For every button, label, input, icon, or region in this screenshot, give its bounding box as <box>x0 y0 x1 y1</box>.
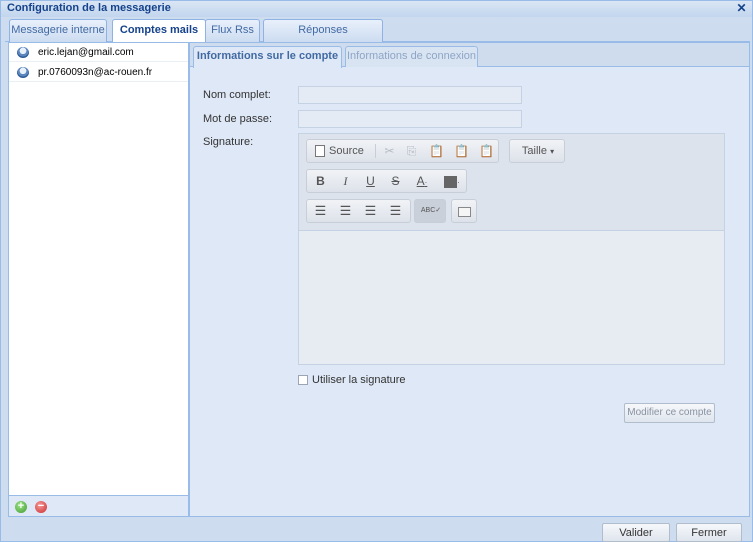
use-signature-checkbox[interactable] <box>298 375 308 385</box>
add-icon[interactable]: + <box>15 501 27 513</box>
insert-image-icon[interactable] <box>452 200 477 222</box>
tab-messagerie-interne[interactable]: Messagerie interne <box>9 19 107 42</box>
size-label: Taille <box>521 145 547 157</box>
tab-flux-rss[interactable]: Flux Rss <box>205 19 260 42</box>
tab-connection-info[interactable]: Informations de connexion <box>345 46 478 67</box>
strike-button[interactable]: S <box>383 170 408 192</box>
bold-button[interactable]: B <box>308 170 333 192</box>
account-subtabs: Informations sur le compte Informations … <box>190 43 749 68</box>
background-color-button[interactable]: · <box>438 170 466 192</box>
text-color-label: A <box>416 174 425 188</box>
toolbar-separator <box>375 144 376 158</box>
full-name-field[interactable] <box>298 86 522 104</box>
account-item[interactable]: eric.lejan@gmail.com <box>9 43 188 62</box>
tab-reponses-automatiques[interactable]: Réponses Automatiques <box>263 19 383 56</box>
modify-account-button[interactable]: Modifier ce compte <box>624 403 715 423</box>
full-name-label: Nom complet: <box>203 89 271 101</box>
password-field[interactable] <box>298 110 522 128</box>
close-button[interactable]: Fermer <box>676 523 742 542</box>
accounts-list-panel: eric.lejan@gmail.com pr.0760093n@ac-roue… <box>8 42 189 517</box>
spellcheck-group: ABC✓ <box>414 199 446 223</box>
validate-button[interactable]: Valider <box>602 523 670 542</box>
size-group: Taille ▾ <box>509 139 565 163</box>
media-group <box>451 199 477 223</box>
paste-word-icon[interactable]: 📋 <box>474 140 499 162</box>
spellcheck-label: ABC <box>420 207 436 214</box>
account-label: eric.lejan@gmail.com <box>38 47 134 58</box>
align-center-icon[interactable]: ☰ <box>333 200 358 222</box>
mail-account-icon <box>17 67 29 78</box>
align-group: ☰ ☰ ☰ ☰ <box>306 199 411 223</box>
signature-editor: Source ✂ ⎘ 📋 📋 📋 Taille ▾ B I U S A· · ☰… <box>298 133 725 365</box>
text-color-button[interactable]: A· <box>408 170 436 192</box>
messaging-config-window: Configuration de la messagerie ✕ Message… <box>0 0 753 542</box>
tab-comptes-mails[interactable]: Comptes mails <box>112 19 206 43</box>
tab-account-info[interactable]: Informations sur le compte <box>193 46 342 68</box>
window-title: Configuration de la messagerie <box>7 2 171 14</box>
align-right-icon[interactable]: ☰ <box>358 200 383 222</box>
bg-color-icon <box>444 175 458 188</box>
window-titlebar[interactable]: Configuration de la messagerie ✕ <box>1 1 752 17</box>
signature-label: Signature: <box>203 136 254 148</box>
mail-account-icon <box>17 47 29 58</box>
image-frame <box>458 206 471 217</box>
basic-style-group: B I U S A· · <box>306 169 467 193</box>
paste-icon[interactable]: 📋 <box>424 140 449 162</box>
password-label: Mot de passe: <box>203 113 273 125</box>
source-icon <box>315 145 325 157</box>
font-size-dropdown[interactable]: Taille ▾ <box>514 140 562 162</box>
main-tabstrip: Messagerie interne Comptes mails Flux Rs… <box>5 19 750 56</box>
clipboard-group: Source ✂ ⎘ 📋 📋 📋 <box>306 139 499 163</box>
italic-button[interactable]: I <box>333 170 358 192</box>
spellcheck-button[interactable]: ABC✓ <box>417 200 445 222</box>
chevron-down-icon: · <box>457 178 460 187</box>
chevron-down-icon: ▾ <box>550 147 555 156</box>
align-left-icon[interactable]: ☰ <box>308 200 333 222</box>
source-label: Source <box>329 145 364 157</box>
account-label: pr.0760093n@ac-rouen.fr <box>38 67 153 78</box>
check-icon: ✓ <box>435 207 442 214</box>
use-signature-label: Utiliser la signature <box>312 374 406 386</box>
source-button[interactable]: Source <box>309 140 371 162</box>
underline-button[interactable]: U <box>358 170 383 192</box>
account-item[interactable]: pr.0760093n@ac-rouen.fr <box>9 63 188 82</box>
paste-text-icon[interactable]: 📋 <box>449 140 474 162</box>
chevron-down-icon: · <box>424 178 428 187</box>
remove-icon[interactable]: − <box>35 501 47 513</box>
accounts-toolbar: + − <box>9 495 188 516</box>
align-justify-icon[interactable]: ☰ <box>383 200 408 222</box>
signature-edit-area[interactable] <box>299 231 724 364</box>
account-details-panel: Informations sur le compte Informations … <box>189 42 750 517</box>
copy-icon[interactable]: ⎘ <box>399 140 424 162</box>
editor-toolbar: Source ✂ ⎘ 📋 📋 📋 Taille ▾ B I U S A· · ☰… <box>299 134 724 231</box>
close-icon[interactable]: ✕ <box>735 2 748 15</box>
